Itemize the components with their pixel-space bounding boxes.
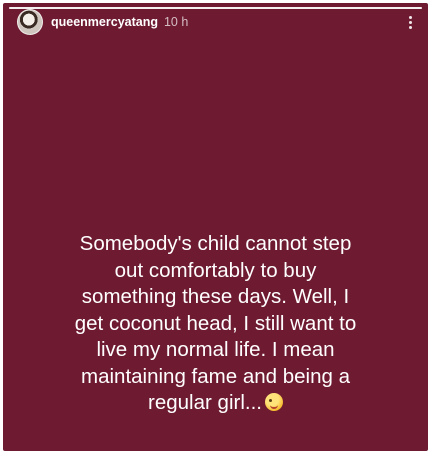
avatar[interactable]: [17, 9, 43, 35]
more-vertical-icon-dot: [408, 25, 412, 29]
caption-line: Somebody's child cannot step: [79, 232, 352, 255]
more-vertical-icon: [408, 15, 412, 19]
more-vertical-icon-dot: [408, 20, 412, 24]
more-options-button[interactable]: [402, 12, 418, 32]
caption-line: something these days. Well, I: [81, 285, 350, 308]
timestamp: 10 h: [163, 15, 189, 29]
caption-line: live my normal life. I mean: [96, 338, 335, 361]
caption-line: regular girl...: [148, 391, 262, 414]
caption-line: out comfortably to buy: [114, 258, 317, 282]
winking-face-with-tongue-emoji-icon: [264, 393, 283, 411]
story-header: queenmercyatang 10 h: [17, 9, 418, 35]
username[interactable]: queenmercyatang: [51, 15, 158, 29]
caption-line: maintaining fame and being a: [81, 364, 350, 388]
story-viewer[interactable]: queenmercyatang 10 h Somebody's child ca…: [3, 3, 428, 451]
story-caption: Somebody's child cannot step out comfort…: [13, 231, 418, 417]
caption-line: get coconut head, I still want to: [74, 311, 357, 335]
caption-last-line: regular girl...: [13, 390, 418, 417]
